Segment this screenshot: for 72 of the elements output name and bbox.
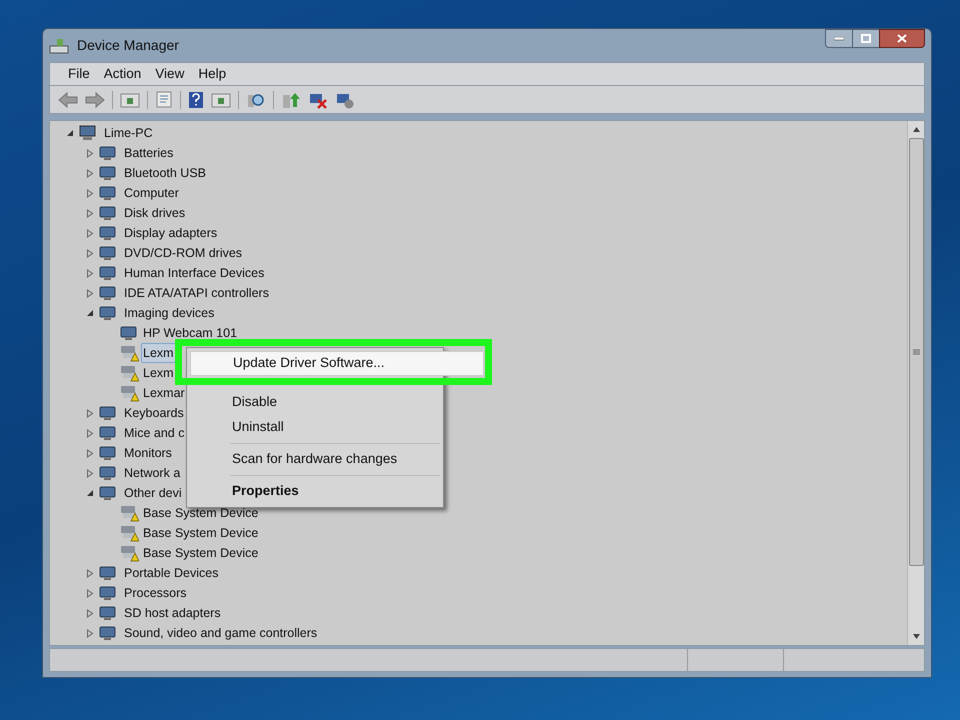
scrollbar[interactable] [907,121,924,645]
expand-triangle-icon[interactable] [86,428,94,438]
expand-triangle-icon[interactable] [86,608,94,618]
tree-item[interactable]: HP Webcam 101 [141,322,240,344]
back-arrow-icon[interactable] [58,92,78,108]
collapse-triangle-icon[interactable] [86,309,94,317]
tree-item[interactable]: Lime-PC [102,122,155,144]
context-menu-item[interactable]: Uninstall [190,415,440,440]
tree-item[interactable]: Disk drives [122,202,188,224]
expand-triangle-icon[interactable] [86,208,94,218]
help-icon[interactable] [188,90,204,108]
expand-triangle-icon[interactable] [86,568,94,578]
app-icon [49,36,69,54]
minimize-icon [834,36,844,40]
tree-item[interactable]: Other devi [122,482,184,504]
context-menu-item[interactable]: Properties [190,479,440,504]
maximize-icon [861,34,871,43]
tree-item[interactable]: Computer [122,182,181,204]
grip-icon [912,349,920,355]
expand-triangle-icon[interactable] [86,248,94,258]
tree-item[interactable]: Keyboards [122,402,186,424]
window-title: Device Manager [77,36,179,55]
expand-triangle-icon[interactable] [86,268,94,278]
menu-item[interactable]: View [149,64,190,84]
expand-triangle-icon[interactable] [86,448,94,458]
forward-arrow-icon[interactable] [85,92,105,108]
tree-item[interactable]: Lexm [141,342,176,364]
maximize-button[interactable] [853,29,879,48]
menu-item[interactable]: Help [192,64,232,84]
tree-item[interactable]: Sound, video and game controllers [122,622,320,644]
close-button[interactable] [879,29,925,48]
expand-triangle-icon[interactable] [86,628,94,638]
expand-triangle-icon[interactable] [86,168,94,178]
expand-triangle-icon[interactable] [86,468,94,478]
tree-item[interactable]: Processors [122,582,189,604]
expand-triangle-icon[interactable] [86,288,94,298]
minimize-button[interactable] [825,29,853,48]
expand-triangle-icon[interactable] [86,408,94,418]
menu-item[interactable]: Action [98,64,148,84]
computer-icon [78,124,98,142]
tree-item[interactable]: Lexmar [141,382,187,404]
expand-triangle-icon[interactable] [86,588,94,598]
tree-item[interactable]: IDE ATA/ATAPI controllers [122,282,271,304]
scroll-thumb[interactable] [908,138,924,566]
tree-item[interactable]: Bluetooth USB [122,162,208,184]
action-pane-icon[interactable] [211,92,231,108]
collapse-triangle-icon[interactable] [66,129,74,137]
console-tree-icon[interactable] [120,92,140,108]
expand-triangle-icon[interactable] [86,188,94,198]
update-driver-icon[interactable] [281,90,301,108]
expand-triangle-icon[interactable] [86,148,94,158]
tree-item[interactable]: SD host adapters [122,602,223,624]
tree-item[interactable]: Mice and c [122,422,186,444]
tree-item[interactable]: Portable Devices [122,562,220,584]
collapse-triangle-icon[interactable] [86,489,94,497]
tree-item[interactable]: Base System Device [141,522,260,544]
tree-item[interactable]: Network a [122,462,182,484]
context-menu-item[interactable]: Disable [190,390,440,415]
tree-item[interactable]: Imaging devices [122,302,216,324]
tree-item[interactable]: Human Interface Devices [122,262,266,284]
tree-item[interactable]: Monitors [122,442,174,464]
properties-icon[interactable] [155,90,173,108]
context-menu-item[interactable]: Scan for hardware changes [190,447,440,472]
close-icon [897,34,907,43]
expand-triangle-icon[interactable] [86,228,94,238]
tree-item[interactable]: DVD/CD-ROM drives [122,242,244,264]
menu-item[interactable]: File [62,64,96,84]
tree-item[interactable]: Base System Device [141,542,260,564]
tree-item[interactable]: Batteries [122,142,176,164]
tree-item[interactable]: Display adapters [122,222,220,244]
tree-item[interactable]: Lexm [141,362,176,384]
context-menu-item[interactable]: Update Driver Software... [190,351,484,376]
